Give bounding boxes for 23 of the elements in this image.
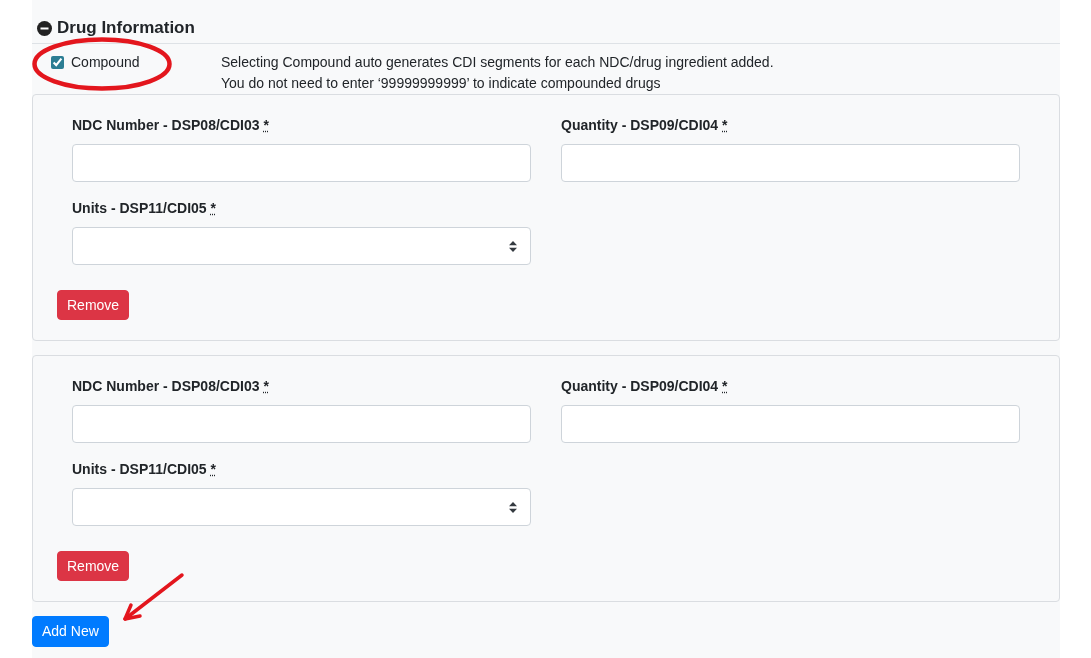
field-label: Units - DSP11/CDI05 * [72,199,216,218]
help-text: You do not need to enter ‘99999999999’ to indicate compounded drugs [221,74,662,93]
minus-circle-icon[interactable] [37,20,52,36]
up-down-caret-icon [509,241,517,252]
input-field[interactable] [72,144,531,182]
checkbox-label[interactable]: Compound [71,52,140,73]
input-field[interactable] [561,144,1020,182]
help-text: Selecting Compound auto generates CDI segments for each NDC/drug ingredient added. [221,53,774,72]
field-label: NDC Number - DSP08/CDI03 * [72,116,269,135]
field-label: Quantity - DSP09/CDI04 * [561,116,728,135]
select-field[interactable] [72,227,531,265]
compound-checkbox[interactable] [51,56,64,69]
up-down-caret-icon [509,502,517,513]
remove-button[interactable]: Remove [57,551,130,581]
input-field[interactable] [72,405,531,443]
remove-button[interactable]: Remove [57,290,130,320]
add-new-button[interactable]: Add New [32,616,109,647]
input-field[interactable] [561,405,1020,443]
section-title: Drug Information [57,17,195,39]
field-label: Units - DSP11/CDI05 * [72,460,216,479]
field-label: Quantity - DSP09/CDI04 * [561,377,728,396]
select-field[interactable] [72,488,531,526]
field-label: NDC Number - DSP08/CDI03 * [72,377,269,396]
